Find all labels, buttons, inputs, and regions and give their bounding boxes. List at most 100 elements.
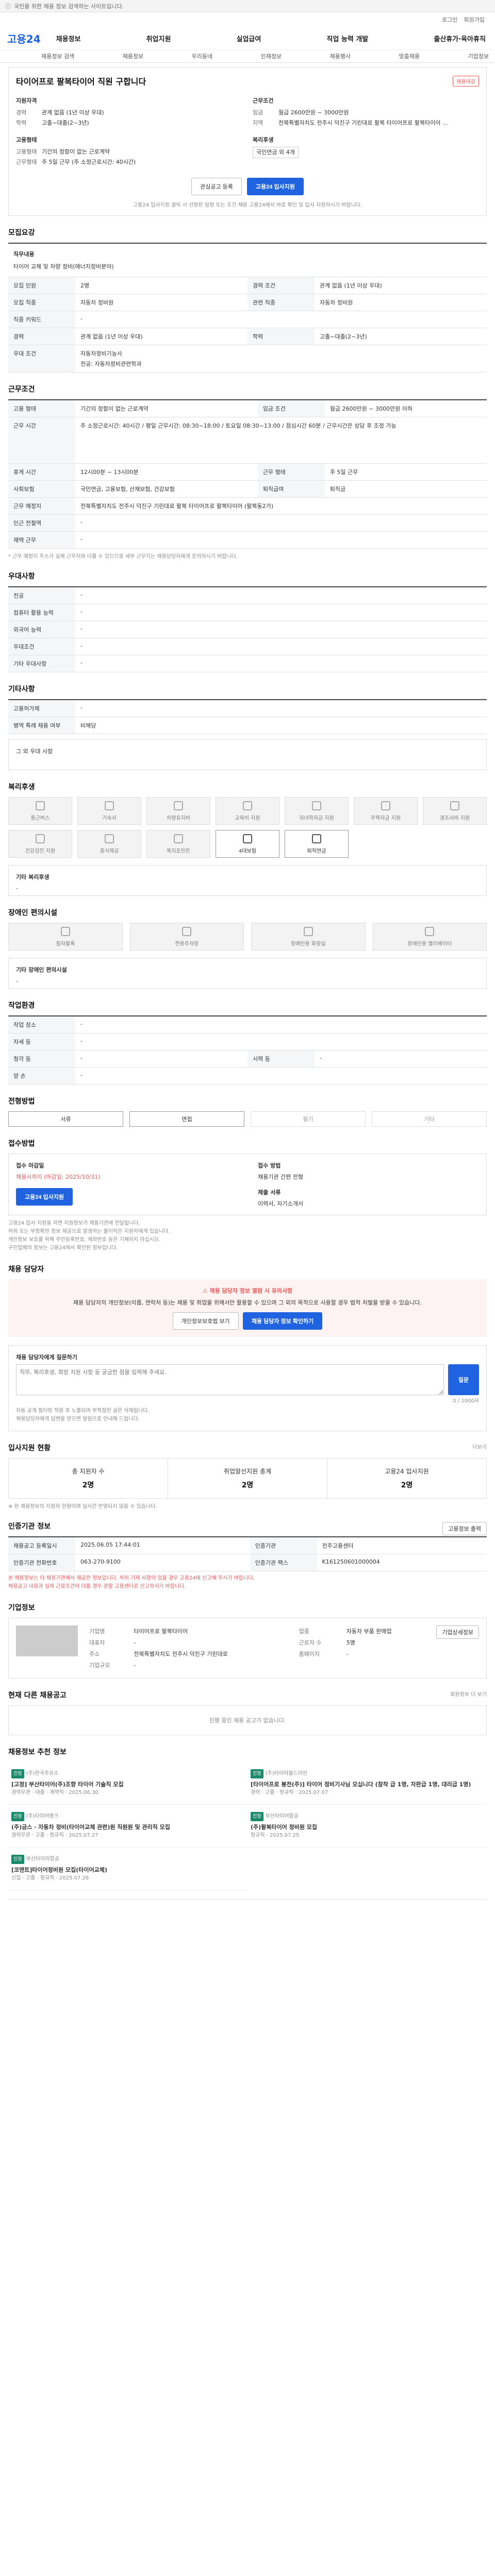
welfare-item: 통근버스	[8, 797, 72, 825]
company-section: 기업정보 기업명 타이어프로 팔복타이어 업종 자동차 부품 판매업 대표자 - 근로자 …	[8, 1602, 487, 1679]
method-written: 필기	[251, 1111, 366, 1127]
join-link[interactable]: 회원가입	[464, 15, 485, 24]
summary-qualification: 지원자격 경력 관계 없음 (1년 이상 우대) 학력 고졸~대졸(2~3년) 고용…	[16, 97, 136, 165]
warning-icon: ⚠	[202, 1287, 210, 1294]
apply-button[interactable]: 고용24 입사지원	[246, 178, 304, 195]
print-button[interactable]: 고용정보 출력	[442, 1522, 487, 1535]
recruit-section: 모집요강 직무내용 타이어 교체 및 차량 정비(에너지정비분야) 모집 인원 2명…	[8, 227, 487, 372]
content: 타이어프로 팔복타이어 직원 구합니다 채용마감 지원자격 경력 관계 없음 (1년…	[8, 67, 487, 1900]
nav-item[interactable]: 채용정보	[56, 33, 81, 43]
subnav-item[interactable]: 채용정보	[123, 52, 143, 60]
subnav-item[interactable]: 우리동네	[192, 52, 212, 60]
subnav-item[interactable]: 채용행사	[330, 52, 351, 60]
recommend-section: 채용정보 추천 정보 진정 (주)한국주유소 [고정] 부산타이어(주)조향 타이어…	[8, 1747, 487, 1890]
top-notice-bar: ⓘ 국민을 위한 채용 정보 검색하는 사이트입니다.	[0, 0, 495, 12]
login-link[interactable]: 로그인	[442, 15, 457, 24]
graduation-icon	[312, 801, 321, 810]
subnav-item[interactable]: 채용정보 검색	[41, 52, 74, 60]
welfare-item: 자녀학자금 지원	[285, 797, 349, 825]
nav-item[interactable]: 실업급여	[237, 33, 261, 43]
meta-section: 인증기관 정보 고용정보 출력 채용공고 등록일시 2025.06.05 17:44…	[8, 1521, 487, 1591]
work-section: 근무조건 고용 형태 기간의 정함이 없는 근로계약 임금 조건 월급 2600만원 …	[8, 384, 487, 560]
welfare-item: 복지포인트	[146, 830, 210, 858]
welfare-grid: 통근버스 기숙사 차량유지비 교육비 지원 자녀학자금 지원 주택자금 지원 경…	[8, 797, 487, 858]
apply-section: 접수방법 접수 마감일 채용시까지 (마감일: 2025/10/31) 고용24…	[8, 1138, 487, 1252]
disability-section: 장애인 편의시설 점자블록 전용주차장 장애인용 화장실 장애인용 엘리베이터 …	[8, 907, 487, 989]
welfare-section: 복리후생 통근버스 기숙사 차량유지비 교육비 지원 자녀학자금 지원 주택자금…	[8, 782, 487, 896]
contact-section: 채용 담당자 ⚠ 채용 담당자 정보 열람 시 유의사항 채용 담당자의 개인정…	[8, 1264, 487, 1431]
apply-note: 고용24 입사지원 클릭 시 선정된 일정 또는 조건 채용 고용24에서 바로…	[133, 202, 362, 208]
disability-box: 기타 장애인 편의시설 -	[8, 958, 487, 989]
welfare-item-active: 4대보험	[216, 830, 279, 858]
welfare-box: 기타 복리후생 -	[8, 865, 487, 896]
char-count: 0 / 1000자	[453, 1398, 479, 1404]
method-interview: 면접	[129, 1111, 244, 1127]
welfare-item: 건강검진 지원	[8, 830, 72, 858]
privacy-law-button[interactable]: 개인정보보호법 보기	[172, 1312, 239, 1330]
subnav-item[interactable]: 맞춤채용	[399, 52, 420, 60]
summary-conditions: 근무조건 임금 월급 2600만원 ~ 3000만원 지역 전북특별자치도 전주시 …	[253, 96, 479, 167]
status-more-link[interactable]: 더보기	[472, 1443, 487, 1458]
pension-icon	[312, 834, 321, 843]
subnav-item[interactable]: 인재정보	[261, 52, 282, 60]
etc-box: 그 외 우대 사항	[8, 739, 487, 770]
view-contact-button[interactable]: 채용 담당자 정보 확인하기	[242, 1312, 323, 1330]
other-more-link[interactable]: 회원정보 더 보기	[450, 1690, 487, 1705]
contact-notice: ⚠ 채용 담당자 정보 열람 시 유의사항 채용 담당자의 개인정보(이름, 연…	[8, 1279, 487, 1337]
method-etc: 기타	[372, 1111, 487, 1127]
job-header: 타이어프로 팔복타이어 직원 구합니다 채용마감 지원자격 경력 관계 없음 (1년…	[8, 67, 487, 216]
preferred-section: 우대사항 전공 - 컴퓨터 활용 능력 - 외국어 능력 - 우대조건 - 기타 우대사…	[8, 571, 487, 672]
welfare-item: 교육비 지원	[216, 797, 279, 825]
nav-item[interactable]: 출산휴가·육아휴직	[434, 33, 486, 43]
meal-icon	[105, 834, 114, 843]
recommend-item[interactable]: 진정 (주)한국주유소 [고정] 부산타이어(주)조향 타이어 기술직 모집 경력무관…	[8, 1762, 248, 1805]
elevator-icon	[425, 926, 435, 936]
save-job-button[interactable]: 관심공고 등록	[191, 178, 242, 195]
nav-item[interactable]: 직업 능력 개발	[326, 33, 368, 43]
place-section: 작업환경 작업 장소 - 자세 등- 청각 등 - 시력 등- 양 손-	[8, 1000, 487, 1084]
other-jobs-section: 현재 다른 채용공고 회원정보 더 보기 진행 중인 채용 공고가 없습니다.	[8, 1690, 487, 1735]
restroom-icon	[303, 926, 313, 936]
site-logo[interactable]: 고용24	[7, 31, 41, 46]
company-photo	[16, 1625, 78, 1656]
stat-item: 고용24 입사지원 2명	[385, 1468, 429, 1489]
house-icon	[105, 801, 114, 810]
welfare-item: 주택자금 지원	[354, 797, 418, 825]
welfare-item: 중식제공	[77, 830, 141, 858]
site-header: 고용24 채용정보 취업지원 실업급여 직업 능력 개발 출산휴가·육아휴직	[0, 27, 495, 49]
etc-section: 기타사항 고용허가제 - 병역 특례 채용 여부 비해당 그 외 우대 사항	[8, 684, 487, 770]
facility-item: 전용주차장	[129, 923, 244, 951]
question-submit-button[interactable]: 질문	[448, 1364, 479, 1395]
recommend-item[interactable]: 진정 (주)타이어월드라인 [타이어프로 봉천(주)] 타이어 정비기사님 모십니다…	[248, 1762, 487, 1805]
sub-nav: 채용정보 검색 채용정보 우리동네 인재정보 채용행사 맞춤채용 기업정보	[0, 49, 495, 63]
welfare-item: 차량유지비	[146, 797, 210, 825]
facility-item: 장애인용 엘리베이터	[372, 923, 487, 951]
main-nav: 채용정보 취업지원 실업급여 직업 능력 개발 출산휴가·육아휴직	[56, 33, 486, 43]
method-document: 서류	[8, 1111, 123, 1127]
insurance-icon	[243, 834, 252, 843]
recommend-item[interactable]: 진정 (주)타이어뱅크 (주)금스 · 자동차 정비(타이어교체 관련)원 직원원 …	[8, 1805, 248, 1848]
status-badge: 채용마감	[453, 75, 479, 87]
recommend-item[interactable]: 진정 부산타이어합공 [코맨트]타이어정비원 모집(타이어교체) 신입 · 고졸 · …	[8, 1848, 248, 1890]
parking-icon	[182, 926, 192, 936]
bus-icon	[36, 801, 45, 810]
welfare-item: 경조사비 지원	[423, 797, 487, 825]
braille-icon	[60, 926, 70, 936]
apply-button-2[interactable]: 고용24 입사지원	[16, 1188, 73, 1206]
job-title: 타이어프로 팔복타이어 직원 구합니다	[16, 77, 146, 87]
facility-item: 장애인용 화장실	[251, 923, 366, 951]
company-detail-button[interactable]: 기업상세정보	[436, 1625, 479, 1639]
recommend-item[interactable]: 진정 부산타이어합공 (주)팔복타이어 정비원 모집 정규직 · 2025.07.25	[248, 1805, 487, 1848]
stat-item: 총 지원자 수 2명	[9, 1459, 168, 1498]
info-icon: ⓘ	[5, 3, 11, 10]
status-section: 입사지원 현황 더보기 총 지원자 수 2명 취업알선지원 총계 2명 고용24 입사…	[8, 1443, 487, 1510]
facility-item: 점자블록	[8, 923, 123, 951]
method-section: 전형방법 서류 면접 필기 기타	[8, 1096, 487, 1127]
question-input[interactable]	[16, 1364, 444, 1395]
home-icon	[381, 801, 390, 810]
nav-item[interactable]: 취업지원	[146, 33, 171, 43]
point-icon	[174, 834, 183, 843]
utility-bar: 로그인 회원가입	[0, 12, 495, 27]
subnav-item[interactable]: 기업정보	[468, 52, 488, 60]
health-icon	[36, 834, 45, 843]
